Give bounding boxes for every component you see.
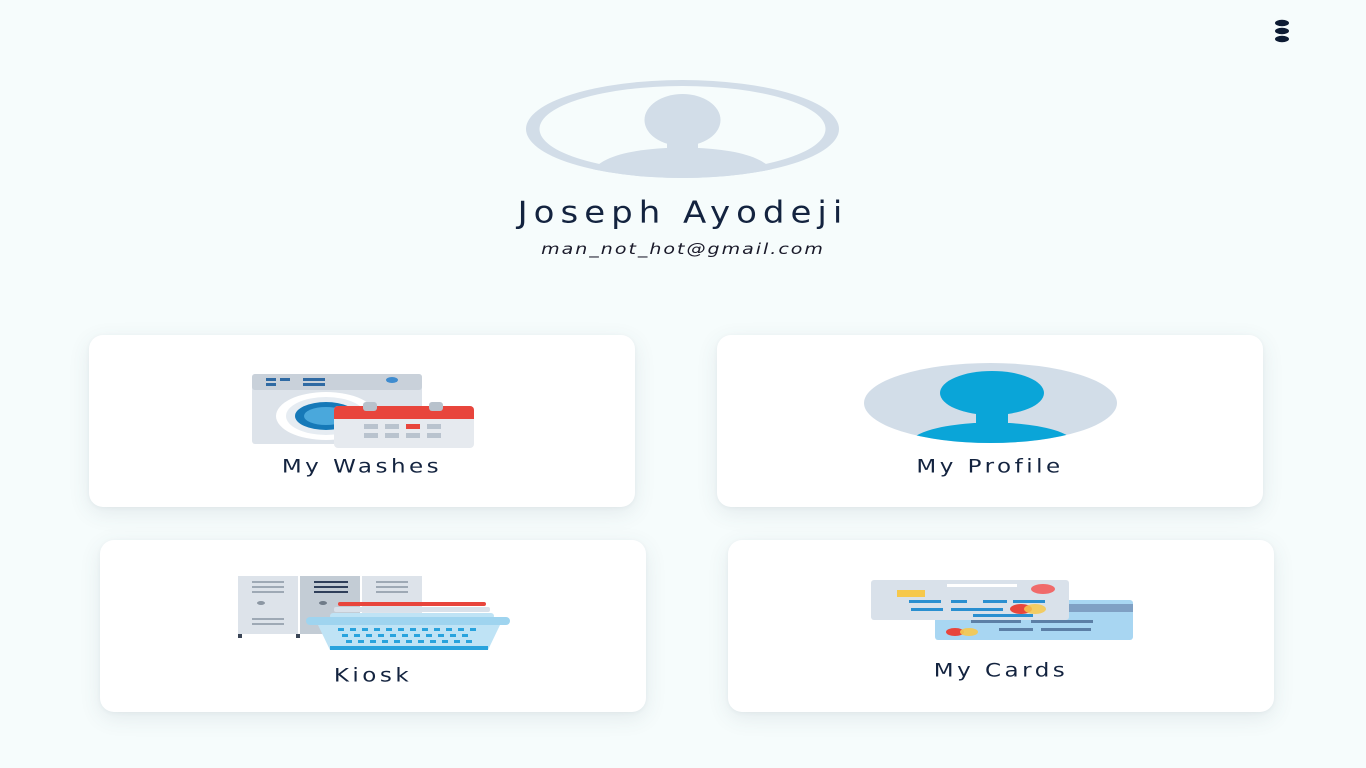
lockers-laundry-basket-icon xyxy=(238,574,510,650)
washing-machine-calendar-icon xyxy=(252,372,474,450)
profile-silhouette-icon xyxy=(864,363,1117,443)
my-profile-label: My Profile xyxy=(916,456,1064,478)
my-washes-label: My Washes xyxy=(281,456,443,478)
user-name: Joseph Ayodeji xyxy=(517,195,849,231)
my-profile-card[interactable]: My Profile xyxy=(717,335,1263,507)
user-avatar[interactable] xyxy=(526,80,839,178)
dashboard-page: Joseph Ayodeji man_not_hot@gmail.com My … xyxy=(0,0,1366,768)
credit-cards-icon xyxy=(871,578,1133,642)
kiosk-label: Kiosk xyxy=(333,665,413,687)
more-options-button[interactable] xyxy=(1266,16,1298,48)
my-cards-label: My Cards xyxy=(933,660,1069,682)
my-washes-card[interactable]: My Washes xyxy=(89,335,635,507)
my-cards-card[interactable]: My Cards xyxy=(728,540,1274,712)
kiosk-card[interactable]: Kiosk xyxy=(100,540,646,712)
user-silhouette-icon xyxy=(526,80,839,178)
user-email: man_not_hot@gmail.com xyxy=(541,240,825,258)
vertical-ellipsis-icon xyxy=(1275,19,1289,43)
